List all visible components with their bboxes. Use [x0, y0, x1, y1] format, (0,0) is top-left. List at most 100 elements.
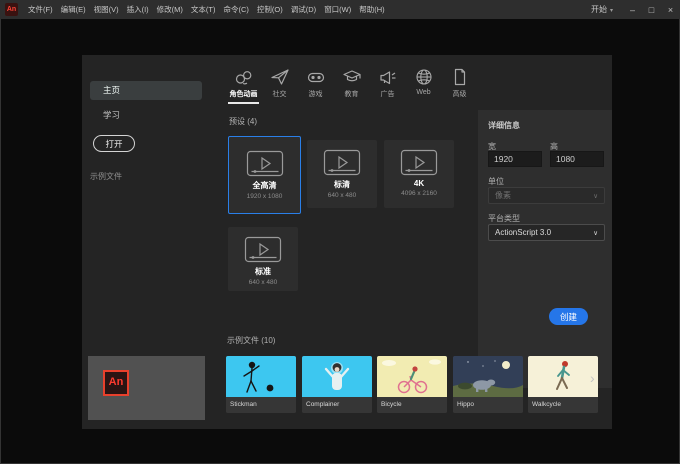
- tab-education[interactable]: 教育: [336, 67, 367, 104]
- sample-name: Walkcycle: [528, 397, 598, 413]
- tab-web[interactable]: Web: [408, 67, 439, 104]
- app-window: An 文件(F) 编辑(E) 视图(V) 插入(I) 修改(M) 文本(T) 命…: [0, 0, 680, 464]
- sample-card-bicycle[interactable]: Bicycle: [377, 356, 447, 413]
- menu-window[interactable]: 窗口(W): [320, 4, 355, 15]
- close-button[interactable]: ×: [661, 5, 680, 15]
- video-preset-icon: [323, 149, 361, 176]
- platform-value: ActionScript 3.0: [495, 228, 552, 237]
- sample-files-header: 示例文件 (10): [227, 336, 276, 345]
- sample-card-walkcycle[interactable]: Walkcycle: [528, 356, 598, 413]
- walkcycle-thumbnail: [528, 356, 598, 397]
- hippo-thumbnail: [453, 356, 523, 397]
- menu-commands[interactable]: 命令(C): [220, 4, 253, 15]
- workspace-switcher[interactable]: 开始 ▾: [591, 4, 613, 15]
- preset-card-full-hd[interactable]: 全高清 1920 x 1080: [228, 136, 301, 214]
- menu-modify[interactable]: 修改(M): [153, 4, 187, 15]
- sample-name: Stickman: [226, 397, 296, 413]
- preset-size: 4096 x 2160: [401, 190, 437, 197]
- sample-name: Hippo: [453, 397, 523, 413]
- menu-text[interactable]: 文本(T): [187, 4, 220, 15]
- tab-games[interactable]: 游戏: [300, 67, 331, 104]
- chevron-down-icon: ∨: [593, 229, 598, 237]
- menu-debug[interactable]: 调试(D): [287, 4, 320, 15]
- tab-underline-slot: [444, 102, 475, 104]
- megaphone-icon: [379, 71, 395, 85]
- tab-active-underline: [228, 102, 259, 104]
- video-preset-icon: [244, 236, 282, 263]
- tab-label: 广告: [380, 91, 395, 98]
- menu-help[interactable]: 帮助(H): [355, 4, 388, 15]
- globe-icon: [415, 69, 432, 85]
- stickman-thumbnail: [226, 356, 296, 397]
- presets-header: 预设 (4): [229, 117, 257, 126]
- preset-name: 全高清: [252, 181, 277, 190]
- preset-card-sd[interactable]: 标清 640 x 480: [307, 140, 377, 208]
- menu-list: 文件(F) 编辑(E) 视图(V) 插入(I) 修改(M) 文本(T) 命令(C…: [24, 4, 389, 15]
- sidebar-item-learn[interactable]: 学习: [103, 109, 120, 121]
- complainer-thumbnail: [302, 356, 372, 397]
- width-input[interactable]: [488, 151, 542, 167]
- menu-bar: An 文件(F) 编辑(E) 视图(V) 插入(I) 修改(M) 文本(T) 命…: [0, 0, 680, 19]
- details-header: 详细信息: [488, 121, 520, 130]
- sample-name: Complainer: [302, 397, 372, 413]
- menu-file[interactable]: 文件(F): [24, 4, 57, 15]
- preset-card-standard[interactable]: 标准 640 x 480: [228, 227, 298, 291]
- game-controller-icon: [307, 72, 324, 83]
- samples-next-arrow[interactable]: ›: [590, 370, 595, 386]
- create-button[interactable]: 创建: [549, 308, 588, 325]
- tab-character-animation[interactable]: 角色动画: [228, 67, 259, 104]
- animate-app-icon: An: [5, 3, 18, 16]
- sidebar-footer-label: 示例文件: [90, 172, 122, 181]
- sample-card-hippo[interactable]: Hippo: [453, 356, 523, 413]
- sample-card-stickman[interactable]: Stickman: [226, 356, 296, 413]
- tab-social[interactable]: 社交: [264, 67, 295, 104]
- tab-underline-slot: [300, 102, 331, 104]
- workspace-label: 开始: [590, 5, 607, 14]
- preset-name: 标清: [334, 180, 350, 189]
- animate-logo: An: [103, 370, 129, 396]
- preset-size: 640 x 480: [327, 192, 357, 199]
- tab-underline-slot: [408, 99, 439, 101]
- menu-view[interactable]: 视图(V): [90, 4, 123, 15]
- sample-name: Bicycle: [377, 397, 447, 413]
- tab-advanced[interactable]: 高级: [444, 67, 475, 104]
- tab-label: 高级: [452, 91, 467, 98]
- units-value: 像素: [495, 191, 511, 200]
- preset-card-4k[interactable]: 4K 4096 x 2160: [384, 140, 454, 208]
- tab-underline-slot: [336, 102, 367, 104]
- menu-insert[interactable]: 插入(I): [123, 4, 153, 15]
- units-dropdown[interactable]: 像素 ∨: [488, 187, 605, 204]
- preset-name: 标准: [255, 267, 271, 276]
- sample-card-complainer[interactable]: Complainer: [302, 356, 372, 413]
- chevron-down-icon: ▾: [609, 8, 613, 14]
- platform-dropdown[interactable]: ActionScript 3.0 ∨: [488, 224, 605, 241]
- details-panel: 详细信息 宽 高 单位 像素 ∨ 平台类型 ActionScript 3.0 ∨…: [478, 110, 612, 388]
- tab-label: 社交: [272, 91, 287, 98]
- video-preset-icon: [400, 149, 438, 176]
- preset-name: 4K: [413, 179, 425, 188]
- menu-edit[interactable]: 编辑(E): [57, 4, 90, 15]
- open-button[interactable]: 打开: [93, 135, 135, 152]
- preset-size: 1920 x 1080: [246, 193, 283, 200]
- start-screen-panel: 主页 学习 打开 示例文件 角色动画 社交 游戏 教育 广告 Web 高级 预设…: [82, 55, 612, 429]
- menu-control[interactable]: 控制(O): [253, 4, 287, 15]
- tab-label: 教育: [344, 91, 359, 98]
- category-tabs: 角色动画 社交 游戏 教育 广告 Web 高级: [228, 67, 475, 104]
- tab-ads[interactable]: 广告: [372, 67, 403, 104]
- minimize-button[interactable]: –: [623, 5, 642, 15]
- maximize-button[interactable]: □: [642, 5, 661, 15]
- paper-plane-icon: [270, 69, 289, 85]
- tab-underline-slot: [372, 102, 403, 104]
- bicycle-thumbnail: [377, 356, 447, 397]
- tab-underline-slot: [264, 102, 295, 104]
- sidebar-item-home[interactable]: 主页: [90, 81, 202, 100]
- menubar-right: 开始 ▾ – □ ×: [591, 4, 680, 15]
- character-face-icon: [235, 71, 251, 85]
- promo-banner[interactable]: An: [88, 356, 205, 420]
- tab-label: 游戏: [308, 91, 323, 98]
- tab-label: Web: [416, 89, 431, 96]
- chevron-down-icon: ∨: [593, 192, 598, 200]
- video-preset-icon: [246, 150, 283, 177]
- height-input[interactable]: [550, 151, 604, 167]
- document-icon: [454, 68, 465, 86]
